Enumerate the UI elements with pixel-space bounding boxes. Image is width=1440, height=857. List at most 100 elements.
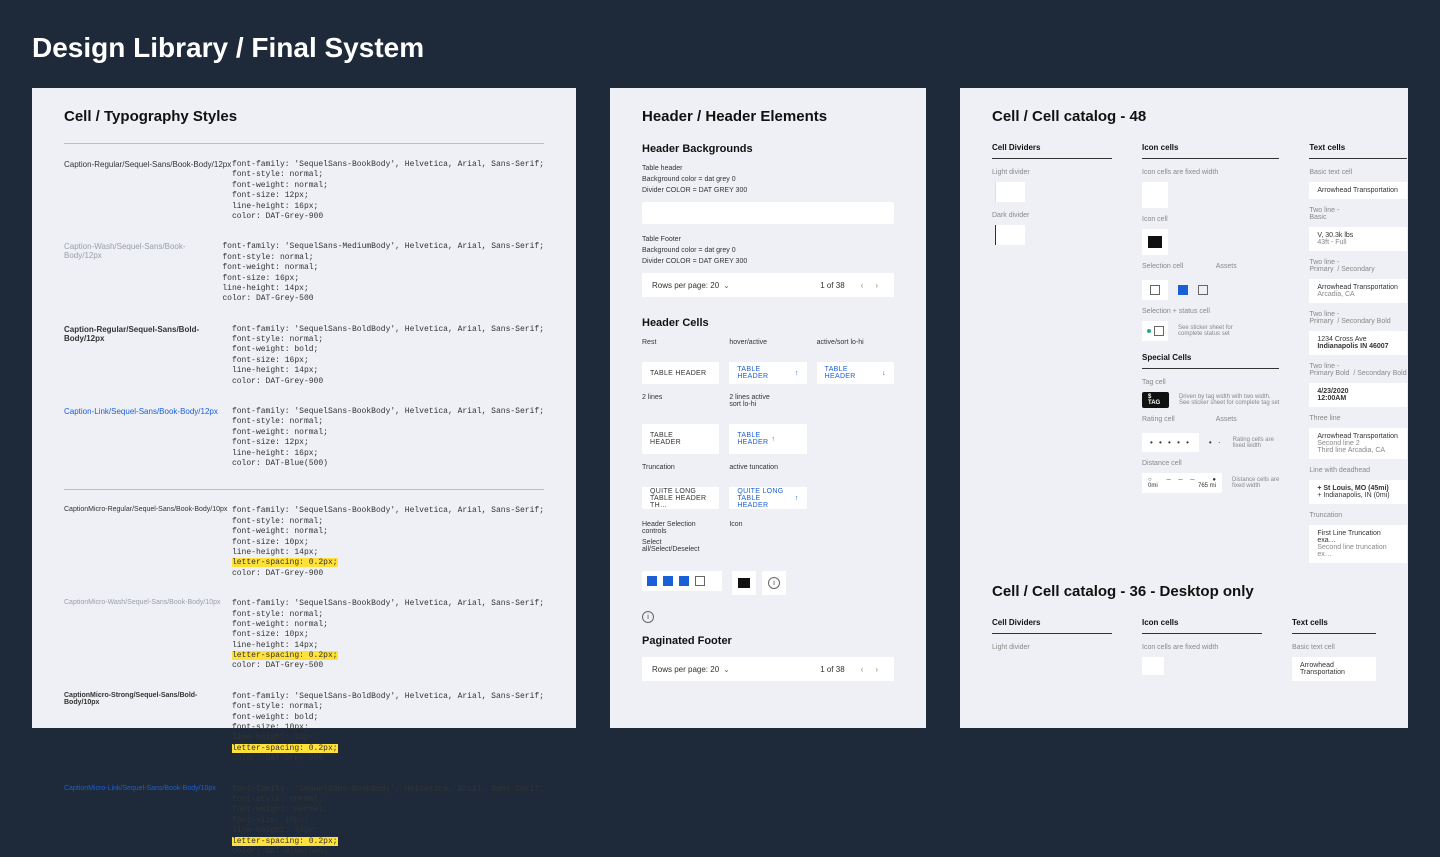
status-note: See sticker sheet for complete status se… [1178, 325, 1233, 337]
note: Table Footer [642, 236, 894, 243]
header-bg-sample [642, 202, 894, 224]
prev-page-icon[interactable]: ‹ [855, 281, 870, 290]
divider [64, 143, 544, 144]
col-label: active/sort lo-hi [817, 339, 894, 346]
th-active-sort[interactable]: TABLE HEADER↓ [817, 362, 894, 384]
checkbox-off[interactable] [695, 576, 705, 586]
prev-page-icon[interactable]: ‹ [855, 665, 870, 674]
sel-status-sample[interactable] [1142, 321, 1168, 341]
twoline-basic-cell: V, 30.3k lbs43ft - Full [1309, 227, 1406, 251]
basic-text-cell: Arrowhead Transportation [1309, 182, 1406, 199]
th-hover[interactable]: TABLE HEADER↑ [729, 362, 806, 384]
twoline-pbsb-lbl: Two line - Primary Bold / Secondary Bold [1309, 363, 1406, 377]
icon-cell-dark [732, 571, 756, 595]
dark-divider-sample [995, 225, 1025, 245]
sel-title: Header Selection controls [642, 521, 719, 535]
typo-row: CaptionMicro-Strong/Sequel-Sans/Bold-Bod… [64, 692, 544, 765]
board3-title: Cell / Cell catalog - 48 [992, 108, 1376, 125]
truncation-cells: QUITE LONG TABLE HEADER TH… QUITE LONG T… [642, 487, 894, 509]
bg-section-title: Header Backgrounds [642, 143, 894, 155]
col-title: Icon cells [1142, 618, 1262, 627]
distance-cell-sample: ○─ ─ ─● 0mi765 mi [1142, 473, 1222, 493]
col-title: Text cells [1292, 618, 1376, 627]
icon-cell-blank [1142, 182, 1168, 208]
selection-cell-sample[interactable] [1142, 280, 1168, 300]
paginated-footer-title: Paginated Footer [642, 635, 894, 647]
three-line-cell: Arrowhead TransportationSecond line 2Thi… [1309, 428, 1406, 459]
checkbox-all[interactable] [647, 576, 657, 586]
deadhead-lbl: Line with deadhead [1309, 467, 1406, 474]
truncation-lbl: Truncation [1309, 512, 1406, 519]
th-rest[interactable]: TABLE HEADER [642, 362, 719, 384]
chevron-down-icon[interactable]: ⌄ [723, 665, 730, 674]
checkbox-off [1198, 285, 1208, 295]
special-cells-title: Special Cells [1142, 353, 1279, 362]
typo-row: Caption-Wash/Sequel-Sans/Book-Body/12px … [64, 242, 544, 304]
lbl: 2 lines active sort lo-hi [729, 394, 806, 408]
page-title: Design Library / Final System [0, 0, 1440, 88]
note: Table header [642, 165, 894, 172]
board-typography: Cell / Typography Styles Caption-Regular… [32, 88, 576, 728]
th-truncated-active[interactable]: QUITE LONG TABLE HEADER↑ [729, 487, 806, 509]
board1-title: Cell / Typography Styles [64, 108, 544, 125]
header-cell-row: TABLE HEADER TABLE HEADER↑ TABLE HEADER↓ [642, 362, 894, 384]
typo-code: font-family: 'SequelSans-BookBody', Helv… [232, 160, 544, 222]
rows-per-page[interactable]: Rows per page: 20 [652, 665, 719, 674]
dist-note: Distance cells are fixed width [1232, 477, 1279, 489]
icon-cell-info: i [762, 571, 786, 595]
col-title: Icon cells [1142, 143, 1279, 152]
info-icon: i [642, 611, 654, 623]
header-cell-labels: Rest hover/active active/sort lo-hi [642, 339, 894, 352]
status-dot-icon [1147, 329, 1151, 333]
checkbox-icon [1154, 326, 1164, 336]
deadhead-cell: + St Louis, MO (45mi)+ Indianapolis, IN … [1309, 480, 1406, 504]
sel-icon-labels: Header Selection controls Select all/Sel… [642, 521, 894, 561]
typo-code: font-family: 'SequelSans-BookBody', Helv… [232, 785, 544, 857]
icon-fixed-note: Icon cells are fixed width [1142, 644, 1262, 651]
th-truncated[interactable]: QUITE LONG TABLE HEADER TH… [642, 487, 719, 509]
checkbox-on [1178, 285, 1188, 295]
sort-up-icon: ↑ [795, 370, 799, 377]
typo-row: CaptionMicro-Link/Sequel-Sans/Book-Body/… [64, 785, 544, 857]
typo-row: Caption-Link/Sequel-Sans/Book-Body/12px … [64, 407, 544, 469]
col-label: Rest [642, 339, 719, 346]
col-title: Cell Dividers [992, 143, 1112, 152]
image-icon [1148, 236, 1162, 248]
typo-label: Caption-Wash/Sequel-Sans/Book-Body/12px [64, 242, 222, 304]
chevron-down-icon[interactable]: ⌄ [723, 281, 730, 290]
rating-cell-sample: • • • • • [1142, 433, 1199, 452]
next-page-icon[interactable]: › [869, 665, 884, 674]
checkbox-indeterminate[interactable] [663, 576, 673, 586]
header-cells-title: Header Cells [642, 317, 894, 329]
twoline-pbsb-cell: 4/23/202012:00AM [1309, 383, 1406, 407]
th-2line[interactable]: TABLE HEADER [642, 424, 719, 454]
sel-icon-row: i [642, 571, 894, 595]
typo-code: font-family: 'SequelSans-BookBody', Helv… [232, 407, 544, 469]
th-2line-active[interactable]: TABLE HEADER↑ [729, 424, 806, 454]
typo-label: Caption-Regular/Sequel-Sans/Bold-Body/12… [64, 325, 232, 387]
icon-cell-blank [1142, 657, 1164, 675]
distance-lbl: Distance cell [1142, 460, 1279, 467]
board-cell-catalog: Cell / Cell catalog - 48 Cell Dividers L… [960, 88, 1408, 728]
twoline-basic-lbl: Two line - Basic [1309, 207, 1406, 221]
typo-row: CaptionMicro-Regular/Sequel-Sans/Book-Bo… [64, 506, 544, 579]
tag-pill: $ TAG [1142, 392, 1169, 408]
two-line-cells: TABLE HEADER TABLE HEADER↑ [642, 424, 894, 454]
page-info: 1 of 38 [820, 281, 844, 290]
rating-note: Rating cells are fixed width [1233, 437, 1274, 449]
image-icon [738, 578, 750, 588]
note: Background color = dat grey 0 [642, 247, 894, 254]
checkbox-on[interactable] [679, 576, 689, 586]
col-label: hover/active [729, 339, 806, 346]
next-page-icon[interactable]: › [869, 281, 884, 290]
light-divider-lbl: Light divider [992, 169, 1112, 176]
twoline-ps-lbl: Two line - Primary / Secondary [1309, 259, 1406, 273]
lbl: Truncation [642, 464, 719, 471]
icon-fixed-note: Icon cells are fixed width [1142, 169, 1279, 176]
sort-down-icon: ↓ [882, 370, 886, 377]
typo-label: Caption-Link/Sequel-Sans/Book-Body/12px [64, 407, 232, 469]
checkbox-icon [1150, 285, 1160, 295]
rows-per-page[interactable]: Rows per page: 20 [652, 281, 719, 290]
assets-lbl: Assets [1216, 263, 1280, 270]
dist-left: 0mi [1148, 483, 1158, 489]
